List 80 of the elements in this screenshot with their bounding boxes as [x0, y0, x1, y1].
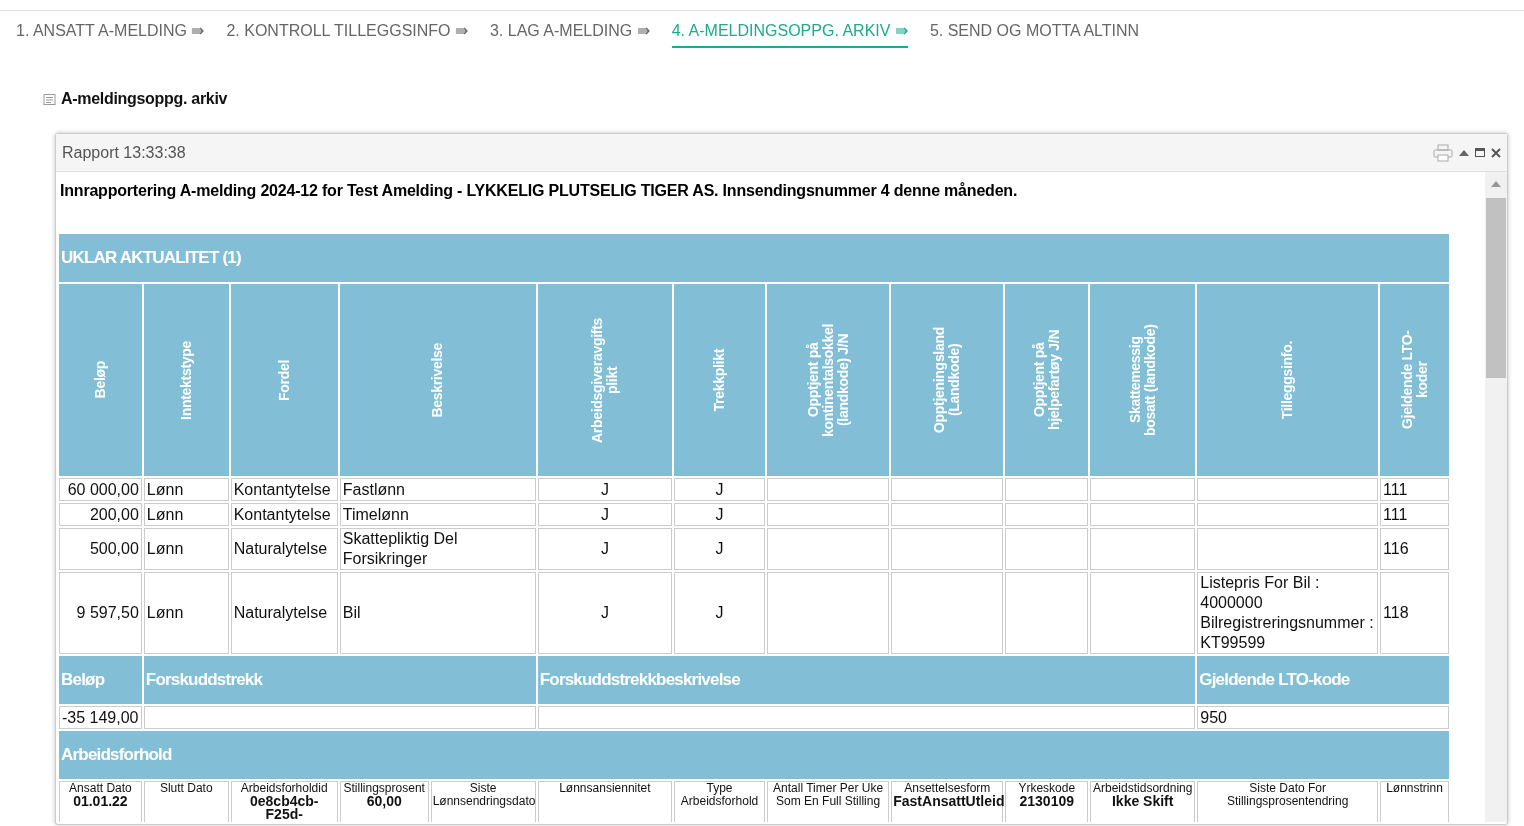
field-value: 0e8cb4cb-F25d- — [249, 795, 320, 821]
table-cell: Kontantytelse — [230, 503, 338, 526]
table-cell: J — [674, 572, 765, 654]
field-label: Type Arbeidsforhold — [680, 781, 759, 808]
step-tab[interactable]: 3. LAG A-MELDING ⇛ — [489, 19, 650, 48]
step-tab[interactable]: 1. ANSATT A-MELDING ⇛ — [16, 19, 205, 48]
group-header: UKLAR AKTUALITET (1) — [59, 234, 1449, 282]
field-label: Arbeidsforholdid — [240, 781, 328, 795]
field-label: Yrkeskode — [1018, 781, 1076, 795]
report-heading: Innrapportering A-melding 2024-12 for Test Amelding - LYKKELIG PLUTSELIG TIGER AS. Innsendingsnummer 4 denne måneden. — [60, 182, 1019, 200]
field-value: Ikke Skift — [1111, 795, 1174, 808]
scrollbar[interactable] — [1485, 172, 1507, 822]
table-cell: Listepris For Bil : 4000000 Bilregistreringsnummer : KT99599 — [1197, 572, 1379, 654]
column-header: Opptjent på kontinentalsokkel (landkode) J/N — [767, 284, 890, 476]
table-cell: Lønn — [143, 478, 229, 501]
group-header: Arbeidsforhold — [59, 731, 1449, 779]
field-label: Ansettelsesform — [904, 781, 991, 795]
table-cell: 9 597,50 — [59, 572, 142, 654]
column-header: Opptjent på hjelpefartøy J/N — [1005, 284, 1089, 476]
table-cell: Naturalytelse — [230, 572, 338, 654]
step-tab[interactable]: 5. SEND OG MOTTA ALTINN — [929, 19, 1140, 48]
column-header: Inntektstype — [143, 284, 229, 476]
field-label: Siste Lønnsendringsdato — [432, 781, 536, 808]
field-label: Lønnsansiennitet — [559, 781, 651, 795]
table-cell: Fastlønn — [339, 478, 536, 501]
table-cell: J — [537, 528, 673, 570]
table-cell: Timelønn — [339, 503, 536, 526]
table-cell: J — [674, 528, 765, 570]
section-title: A-meldingsoppg. arkiv — [61, 90, 228, 108]
maximize-icon[interactable] — [1475, 148, 1485, 157]
dialog-title: Rapport 13:33:38 — [62, 143, 187, 162]
table-cell: 111 — [1380, 478, 1449, 501]
table-cell: Lønn — [143, 528, 229, 570]
field-label: Stillingsprosent — [343, 781, 425, 795]
column-header: Tilleggsinfo. — [1197, 284, 1379, 476]
field-label: Ansatt Dato — [69, 781, 132, 795]
table-cell: Lønn — [143, 503, 229, 526]
column-header: Beskrivelse — [339, 284, 536, 476]
table-cell: J — [537, 503, 673, 526]
field-value: 60,00 — [366, 795, 402, 808]
field-value: 01.01.22 — [72, 795, 129, 808]
document-icon — [43, 92, 56, 106]
table-cell: J — [674, 503, 765, 526]
table-cell: 200,00 — [59, 503, 142, 526]
table-cell: 60 000,00 — [59, 478, 142, 501]
table-cell: 118 — [1380, 572, 1449, 654]
column-header: Arbeidsgiveravgifts plikt — [537, 284, 673, 476]
table-cell: Naturalytelse — [230, 528, 338, 570]
table-cell: 500,00 — [59, 528, 142, 570]
field-label: Siste Dato For Stillingsprosentendring — [1226, 781, 1349, 808]
field-value: 2130109 — [1018, 795, 1076, 808]
step-tab[interactable]: 2. KONTROLL TILLEGGSINFO ⇛ — [226, 19, 468, 48]
column-header: Fordel — [230, 284, 338, 476]
table-cell: Kontantytelse — [230, 478, 338, 501]
column-header: Forskuddstrekkbeskrivelse — [537, 656, 1196, 704]
column-header: Beløp — [59, 656, 142, 704]
field-label: Lønnstrinn — [1386, 781, 1443, 795]
column-header: Trekkplikt — [674, 284, 765, 476]
column-header: Beløp — [59, 284, 142, 476]
table-cell: J — [674, 478, 765, 501]
column-header: Gjeldende LTO-koder — [1380, 284, 1449, 476]
field-value: FastAnsattUtleid — [893, 795, 1002, 808]
table-cell: J — [537, 572, 673, 654]
field-label: Antall Timer Per Uke Som En Full Stilling — [773, 781, 884, 808]
table-cell: J — [537, 478, 673, 501]
collapse-icon[interactable] — [1459, 149, 1469, 156]
close-icon[interactable] — [1491, 147, 1501, 158]
field-label: Slutt Dato — [159, 781, 213, 795]
table-cell: Bil — [339, 572, 536, 654]
table-cell: Skattepliktig Del Forsikringer — [339, 528, 536, 570]
column-header: Forskuddstrekk — [143, 656, 536, 704]
table-cell: -35 149,00 — [59, 706, 142, 729]
column-header: Gjeldende LTO-kode — [1197, 656, 1449, 704]
column-header: Opptjeningsland (Landkode) — [891, 284, 1004, 476]
table-cell: Lønn — [143, 572, 229, 654]
table-cell: 950 — [1197, 706, 1449, 729]
table-cell: 111 — [1380, 503, 1449, 526]
table-cell: 116 — [1380, 528, 1449, 570]
column-header: Skattemessig bosatt (landkode) — [1090, 284, 1196, 476]
field-label: Arbeidstidsordning — [1093, 781, 1193, 795]
